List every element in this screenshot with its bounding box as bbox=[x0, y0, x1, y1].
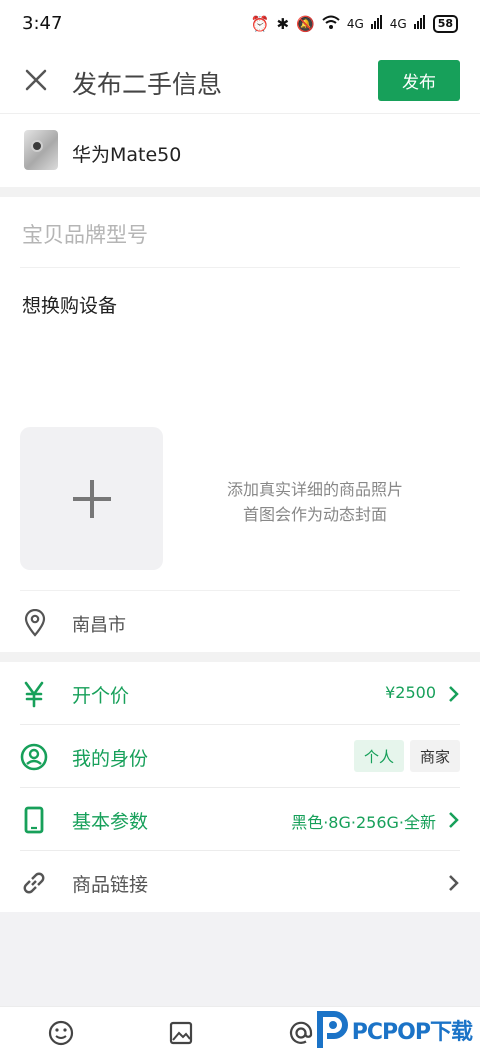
network-4g-label-2: 4G bbox=[389, 17, 407, 31]
divider bbox=[20, 590, 460, 591]
bluetooth-icon: ✱ bbox=[276, 15, 290, 33]
status-bar: 3:47 ⏰ ✱ 🔕 4G 4G 58 bbox=[0, 0, 480, 50]
status-icons: ⏰ ✱ 🔕 4G 4G 58 bbox=[251, 14, 458, 34]
product-thumbnail bbox=[24, 130, 58, 170]
camera-module-graphic bbox=[31, 140, 43, 152]
price-value: ¥2500 bbox=[385, 683, 436, 702]
mute-icon: 🔕 bbox=[296, 15, 315, 33]
status-time: 3:47 bbox=[22, 13, 63, 34]
at-icon[interactable] bbox=[287, 1019, 315, 1047]
params-value: 黑色·8G·256G·全新 bbox=[291, 813, 436, 832]
settings-list: 开个价 ¥2500 我的身份 个人 商家 基本参数 黑色·8G·256G·全新 … bbox=[0, 662, 480, 914]
identity-personal-option[interactable]: 个人 bbox=[353, 740, 404, 772]
signal-icon bbox=[370, 15, 383, 33]
params-row[interactable]: 基本参数 黑色·8G·256G·全新 bbox=[20, 788, 460, 851]
form-area: 宝贝品牌型号 想换购设备 添加真实详细的商品照片 首图会作为动态封面 南昌市 bbox=[0, 197, 480, 652]
phone-icon bbox=[20, 806, 48, 834]
divider bbox=[20, 267, 460, 268]
watermark-p-icon bbox=[316, 1011, 348, 1048]
add-photo-button[interactable] bbox=[20, 427, 163, 570]
photo-hint: 添加真实详细的商品照片 首图会作为动态封面 bbox=[190, 477, 440, 527]
header: 发布二手信息 发布 bbox=[0, 52, 480, 112]
page-title: 发布二手信息 bbox=[72, 70, 223, 99]
user-circle-icon bbox=[20, 743, 48, 771]
signal-icon-2 bbox=[413, 15, 426, 33]
chevron-right-icon bbox=[448, 684, 460, 704]
link-row[interactable]: 商品链接 bbox=[20, 851, 460, 914]
price-label: 开个价 bbox=[72, 685, 130, 707]
emoji-icon[interactable] bbox=[47, 1019, 75, 1047]
description-textarea[interactable]: 想换购设备 bbox=[22, 291, 117, 318]
battery-indicator: 58 bbox=[432, 15, 458, 33]
location-pin-icon bbox=[22, 608, 48, 637]
link-icon bbox=[20, 869, 48, 897]
brand-model-input[interactable]: 宝贝品牌型号 bbox=[22, 219, 148, 249]
link-label: 商品链接 bbox=[72, 874, 149, 896]
close-icon[interactable] bbox=[22, 66, 50, 94]
product-name: 华为Mate50 bbox=[72, 144, 182, 166]
identity-label: 我的身份 bbox=[72, 748, 149, 770]
identity-business-option[interactable]: 商家 bbox=[409, 740, 460, 772]
params-label: 基本参数 bbox=[72, 811, 149, 833]
section-divider bbox=[0, 187, 480, 197]
product-row[interactable]: 华为Mate50 bbox=[0, 113, 480, 187]
watermark-text: PCPOP下载 bbox=[351, 1020, 473, 1045]
yuan-icon bbox=[20, 680, 48, 708]
location-text[interactable]: 南昌市 bbox=[72, 611, 126, 637]
price-row[interactable]: 开个价 ¥2500 bbox=[20, 662, 460, 725]
section-divider bbox=[0, 652, 480, 662]
image-icon[interactable] bbox=[167, 1019, 195, 1047]
chevron-right-icon bbox=[448, 810, 460, 830]
watermark-logo: PCPOP下载 bbox=[314, 1010, 473, 1050]
photo-hint-line1: 添加真实详细的商品照片 bbox=[226, 480, 403, 499]
chevron-right-icon bbox=[448, 873, 460, 893]
blank-area bbox=[0, 912, 480, 1006]
alarm-icon: ⏰ bbox=[250, 15, 270, 33]
photo-hint-line2: 首图会作为动态封面 bbox=[242, 505, 387, 524]
identity-row: 我的身份 个人 商家 bbox=[20, 725, 460, 788]
wifi-icon bbox=[322, 14, 340, 34]
plus-icon-vertical bbox=[90, 480, 94, 518]
network-4g-label: 4G bbox=[346, 17, 364, 31]
publish-button[interactable]: 发布 bbox=[378, 60, 460, 101]
